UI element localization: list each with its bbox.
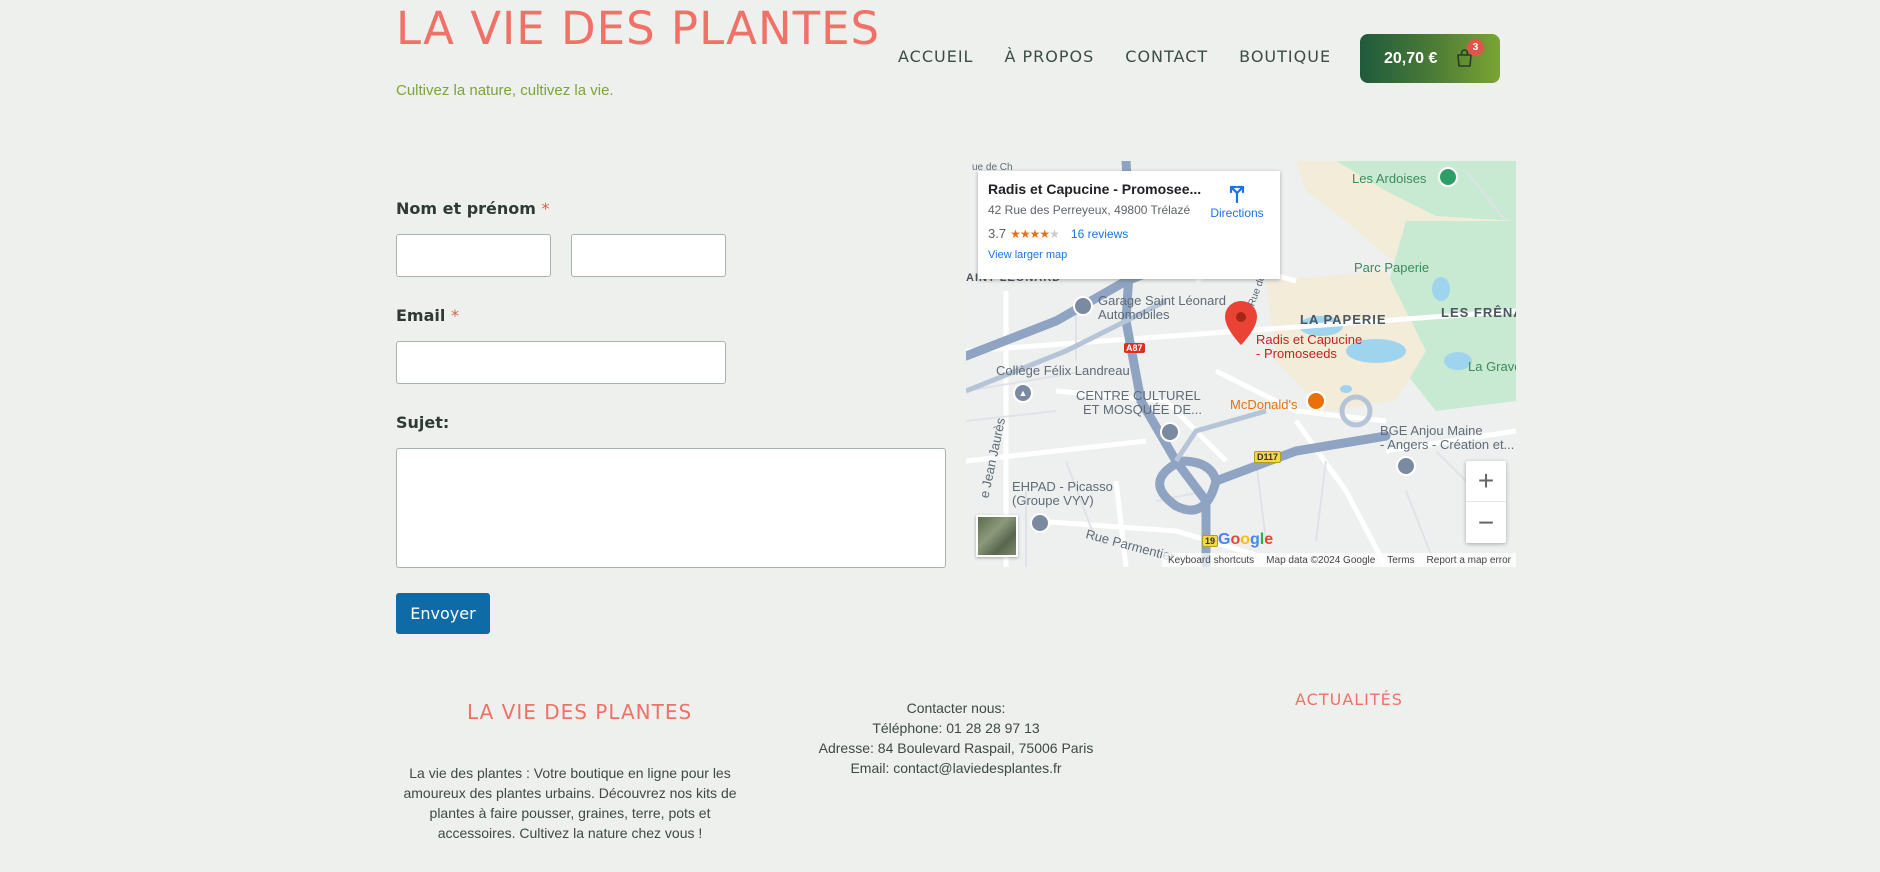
place-rating: 3.7 ★★★★★ 16 reviews [988, 226, 1270, 241]
subject-label: Sujet: [396, 413, 450, 432]
map-label-les-frenaies: LES FRÊNAIES [1441, 305, 1516, 320]
map-label-centre-2: ET MOSQUÉE DE... [1083, 402, 1202, 417]
footer-about-title: LA VIE DES PLANTES [467, 700, 693, 724]
map-label-ehpad-1: EHPAD - Picasso [1012, 479, 1113, 494]
road-tag-d117: D117 [1254, 451, 1282, 463]
email-input[interactable] [396, 341, 726, 384]
map-label-la-grave: La Grave [1468, 359, 1516, 374]
required-mark: * [450, 306, 459, 325]
restaurant-pin-icon[interactable] [1306, 391, 1326, 411]
map-label-garage-1: Garage Saint Léonard [1098, 293, 1226, 308]
cart-button[interactable]: 20,70 € 3 [1360, 34, 1500, 83]
business-pin-icon[interactable] [1396, 456, 1416, 476]
map-label-centre-1: CENTRE CULTUREL [1076, 388, 1201, 403]
footer-address: Adresse: 84 Boulevard Raspail, 75006 Par… [818, 740, 1094, 756]
zoom-controls: + − [1466, 461, 1506, 543]
map-label-parc-paperie: Parc Paperie [1354, 260, 1430, 275]
keyboard-shortcuts-link[interactable]: Keyboard shortcuts [1168, 555, 1254, 566]
map-label-bge-1: BGE Anjou Maine [1380, 423, 1483, 438]
nav-item-boutique[interactable]: BOUTIQUE [1239, 47, 1331, 66]
directions-label: Directions [1210, 206, 1264, 220]
map-label-college: Collège Félix Landreau [996, 363, 1130, 378]
road-tag-a87: A87 [1124, 343, 1145, 353]
cart-total: 20,70 € [1384, 49, 1438, 67]
google-logo: Google [1218, 531, 1274, 548]
last-name-input[interactable] [571, 234, 726, 277]
map-footer: Keyboard shortcuts Map data ©2024 Google… [1162, 553, 1516, 567]
map-data-text: Map data ©2024 Google [1266, 554, 1376, 566]
footer-about-text: La vie des plantes : Votre boutique en l… [390, 763, 750, 843]
zoom-in-button[interactable]: + [1466, 461, 1506, 502]
map-label-radis-2: - Promoseeds [1256, 346, 1337, 361]
mosque-pin-icon[interactable] [1160, 422, 1180, 442]
place-info-card: Radis et Capucine - Promosee... 42 Rue d… [978, 171, 1280, 279]
footer-phone[interactable]: Téléphone: 01 28 28 97 13 [806, 718, 1106, 738]
footer-about-line: plantes à faire pousser, graines, terre,… [429, 805, 711, 821]
report-error-link[interactable]: Report a map error [1427, 555, 1511, 566]
main-nav: ACCUEIL À PROPOS CONTACT BOUTIQUE [898, 47, 1362, 66]
site-tagline: Cultivez la nature, cultivez la vie. [396, 82, 614, 99]
directions-button[interactable]: Directions [1206, 181, 1268, 220]
required-mark: * [541, 199, 550, 218]
ehpad-pin-icon[interactable] [1030, 513, 1050, 533]
nav-item-contact[interactable]: CONTACT [1125, 47, 1208, 66]
footer-about-line: La vie des plantes : Votre boutique en l… [409, 765, 731, 781]
footer-email[interactable]: Email: contact@laviedesplantes.fr [806, 758, 1106, 778]
footer-contact-heading: Contacter nous: [906, 700, 1006, 716]
name-label: Nom et prénom * [396, 199, 550, 218]
footer-about-line: amoureux des plantes urbains. Découvrez … [403, 785, 737, 801]
footer-contact: Contacter nous: Téléphone: 01 28 28 97 1… [806, 698, 1106, 778]
subject-textarea[interactable] [396, 448, 946, 568]
first-name-input[interactable] [396, 234, 551, 277]
footer-news-title: ACTUALITÉS [1295, 690, 1403, 709]
name-label-text: Nom et prénom [396, 199, 536, 218]
map-label-radis-1: Radis et Capucine [1256, 332, 1363, 347]
footer-about-line: accessoires. Cultivez la nature chez vou… [437, 825, 703, 841]
garage-pin-icon[interactable] [1073, 296, 1093, 316]
map-label-la-paperie: LA PAPERIE [1300, 312, 1387, 327]
map-label-bge-2: - Angers - Création et... [1380, 437, 1515, 452]
reviews-link[interactable]: 16 reviews [1071, 227, 1128, 241]
site-title[interactable]: LA VIE DES PLANTES [396, 2, 880, 56]
send-button[interactable]: Envoyer [396, 593, 490, 634]
cart-count-badge: 3 [1467, 39, 1484, 56]
road-tag-19: 19 [1202, 535, 1219, 547]
satellite-toggle[interactable] [976, 515, 1018, 557]
rating-value: 3.7 [988, 226, 1007, 241]
nav-item-accueil[interactable]: ACCUEIL [898, 47, 973, 66]
school-pin-icon[interactable]: ▲ [1013, 383, 1033, 403]
map-label-garage-2: Automobiles [1098, 307, 1170, 322]
park-pin-icon[interactable] [1438, 167, 1458, 187]
google-map[interactable]: A87 D117 19 ue de Ch Les Ardoises Parc P… [966, 161, 1516, 567]
directions-icon [1229, 185, 1245, 204]
rating-stars-icon: ★★★★★ [1010, 226, 1060, 241]
map-label-mcdonalds: McDonald's [1230, 397, 1298, 412]
email-label: Email * [396, 306, 459, 325]
map-label-les-ardoises: Les Ardoises [1352, 171, 1427, 186]
email-label-text: Email [396, 306, 446, 325]
terms-link[interactable]: Terms [1387, 555, 1414, 566]
zoom-out-button[interactable]: − [1466, 502, 1506, 543]
view-larger-map-link[interactable]: View larger map [988, 249, 1270, 261]
map-label-ehpad-2: (Groupe VYV) [1012, 493, 1094, 508]
nav-item-a-propos[interactable]: À PROPOS [1004, 47, 1094, 66]
